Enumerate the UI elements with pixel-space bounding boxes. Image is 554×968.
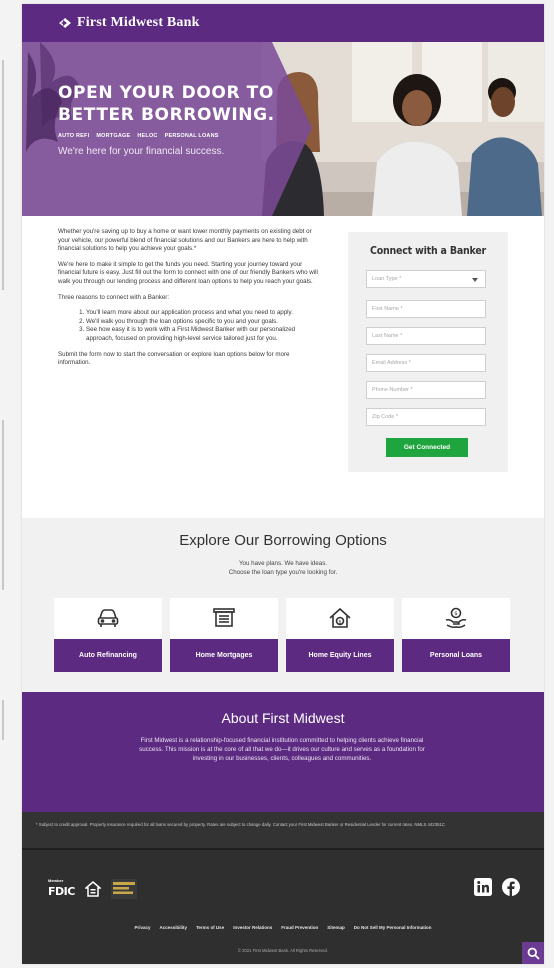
footer-badges: Member FDIC [48,878,137,900]
email-placeholder: Email Address * [372,360,411,366]
hand-coin-icon: $ [445,607,467,629]
hero-banner: OPEN YOUR DOOR TO BETTER BORROWING. AUTO… [22,42,544,216]
chevron-down-icon [472,278,478,282]
svg-text:$: $ [338,619,341,625]
intro-paragraph: Submit the form now to start the convers… [58,350,290,367]
reason-item: You'll learn more about our application … [86,309,320,318]
zip-field[interactable]: Zip Code * [366,408,486,426]
footer-link-accessibility[interactable]: Accessibility [160,925,188,930]
copyright: © 2021 First Midwest Bank. All Rights Re… [237,948,329,953]
footer-link-terms[interactable]: Terms of Use [196,925,224,930]
loan-card-personal[interactable]: $ Personal Loans [402,598,510,672]
auto-refinancing-button[interactable]: Auto Refinancing [54,639,162,672]
intro-paragraph: We're here to make it simple to get the … [58,260,318,285]
intro-copy: Whether you're saving up to buy a home o… [58,228,320,375]
footer-links: Privacy Accessibility Terms of Use Inves… [22,925,544,930]
car-icon [97,609,119,627]
intro-paragraph: Three reasons to connect with a Banker: [58,293,170,301]
search-button[interactable] [522,942,544,964]
home-equity-icon: $ [329,607,351,628]
footer-link-fraud[interactable]: Fraud Prevention [281,925,318,930]
hero-subtitle: We're here for your financial success. [58,146,225,157]
phone-field[interactable]: Phone Number * [366,381,486,399]
intro-paragraph: Whether you're saving up to buy a home o… [58,228,312,253]
hero-text: OPEN YOUR DOOR TO BETTER BORROWING. AUTO… [58,82,275,157]
fdic-badge[interactable]: Member FDIC [48,878,75,900]
fdic-label: FDIC [48,885,75,898]
footer: Member FDIC Privacy Accessibility Terms … [22,850,544,964]
personal-loans-button[interactable]: Personal Loans [402,639,510,672]
reason-item: We'll walk you through the loan options … [86,318,320,327]
phone-placeholder: Phone Number * [372,387,413,393]
footer-link-sitemap[interactable]: Sitemap [327,925,345,930]
social-links [474,878,520,896]
hero-title: OPEN YOUR DOOR TO BETTER BORROWING. [58,82,275,126]
hero-tag: AUTO REFI [58,133,90,139]
first-name-field[interactable]: First Name * [366,300,486,318]
connect-form: Connect with a Banker Loan Type * First … [348,232,508,472]
home-mortgages-button[interactable]: Home Mortgages [170,639,278,672]
explore-subtitle: You have plans. We have ideas. Choose th… [22,559,544,577]
svg-text:$: $ [454,611,458,617]
explore-title: Explore Our Borrowing Options [179,532,387,549]
hero-title-line2: BETTER BORROWING. [58,105,275,125]
footer-link-do-not-sell[interactable]: Do Not Sell My Personal Information [354,925,432,930]
top-bar: First Midwest Bank [22,4,544,42]
about-copy: First Midwest is a relationship-focused … [139,737,425,762]
email-field[interactable]: Email Address * [366,354,486,372]
equal-housing-icon[interactable] [84,881,101,897]
zip-placeholder: Zip Code * [372,414,398,420]
logo-icon [59,18,71,28]
loan-type-placeholder: Loan Type * [372,276,402,282]
get-connected-button[interactable]: Get Connected [386,438,468,457]
first-name-placeholder: First Name * [372,306,403,312]
hero-title-line1: OPEN YOUR DOOR TO [58,83,274,103]
loan-card-auto[interactable]: Auto Refinancing [54,598,162,672]
hero-tag: PERSONAL LOANS [164,133,219,139]
intro-section: Whether you're saving up to buy a home o… [22,216,544,518]
explore-subtitle-line: Choose the loan type you're looking for. [228,569,338,576]
last-name-placeholder: Last Name * [372,333,403,339]
explore-section: Explore Our Borrowing Options You have p… [22,518,544,692]
footer-link-privacy[interactable]: Privacy [134,925,150,930]
about-section: About First Midwest First Midwest is a r… [22,692,544,812]
bank-name: First Midwest Bank [77,15,200,30]
hero-tags: AUTO REFI MORTGAGE HELOC PERSONAL LOANS [58,133,275,139]
bank-logo[interactable]: First Midwest Bank [58,15,200,31]
explore-subtitle-line: You have plans. We have ideas. [238,560,328,567]
hero-tag: MORTGAGE [96,133,131,139]
form-title: Connect with a Banker [369,245,486,257]
footer-link-investor[interactable]: Investor Relations [233,925,272,930]
left-edge-marks [0,0,6,968]
home-equity-lines-button[interactable]: Home Equity Lines [286,639,394,672]
loan-card-mortgage[interactable]: Home Mortgages [170,598,278,672]
hero-tag: HELOC [137,133,158,139]
reasons-list: You'll learn more about our application … [86,309,320,343]
disclaimer: * Subject to credit approval. Property i… [22,812,544,848]
loan-type-select[interactable]: Loan Type * [366,270,486,288]
house-icon [213,608,235,627]
landing-page: First Midwest Bank OPEN YOUR DOOR TO BET… [22,4,544,964]
loan-card-heloc[interactable]: $ Home Equity Lines [286,598,394,672]
search-icon [527,947,540,960]
fdic-member-label: Member [48,878,64,883]
last-name-field[interactable]: Last Name * [366,327,486,345]
facebook-icon[interactable] [502,878,520,896]
award-badge-icon[interactable] [110,879,137,899]
linkedin-icon[interactable] [474,878,492,896]
about-title: About First Midwest [221,710,345,726]
reason-item: See how easy it is to work with a First … [86,326,320,343]
